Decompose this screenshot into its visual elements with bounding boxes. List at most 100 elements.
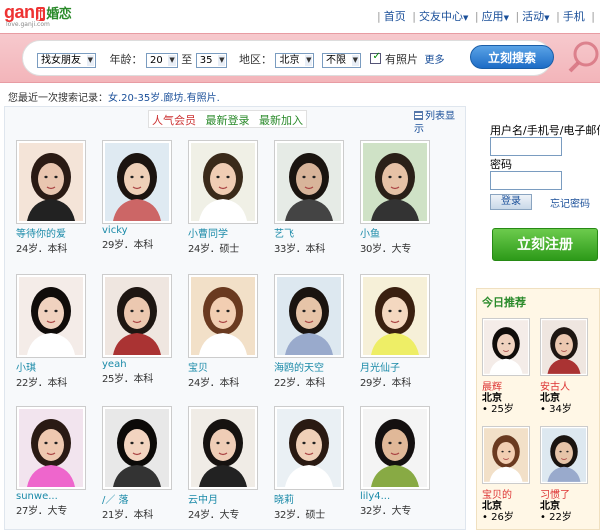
recommend-card[interactable]: 晨辉 北京 • 25岁	[482, 318, 532, 416]
member-info: 24岁．本科	[16, 244, 67, 255]
list-view-toggle[interactable]: 列表显示	[414, 110, 462, 136]
seeking-select[interactable]: 找女朋友	[37, 53, 96, 68]
member-photo[interactable]	[16, 140, 86, 224]
login-button[interactable]: 登录	[490, 194, 532, 210]
member-photo[interactable]	[360, 140, 430, 224]
member-name[interactable]: 晓莉	[274, 491, 346, 506]
member-card[interactable]: yeah 25岁．本科	[102, 274, 174, 385]
recommend-name[interactable]: 安古人	[540, 378, 590, 393]
recommend-age: • 22岁	[540, 512, 572, 523]
district-select[interactable]: 不限	[321, 53, 361, 68]
member-photo[interactable]	[188, 274, 258, 358]
member-name[interactable]: 云中月	[188, 491, 260, 506]
recommend-photo[interactable]	[540, 318, 588, 376]
recommend-name[interactable]: 宝贝的	[482, 486, 532, 501]
member-name[interactable]: /／ 落	[102, 491, 174, 506]
member-card[interactable]: /／ 落 21岁．本科	[102, 406, 174, 521]
member-photo[interactable]	[102, 140, 172, 224]
member-education: 本科	[305, 244, 326, 255]
age-label: 年龄：	[109, 53, 143, 66]
member-education: 大专	[391, 244, 412, 255]
nav-home[interactable]: 首页	[384, 10, 406, 23]
member-photo-image	[19, 143, 83, 221]
age-to-select[interactable]: 35	[195, 53, 228, 68]
member-card[interactable]: 等待你的爱 24岁．本科	[16, 140, 88, 255]
member-name[interactable]: 月光仙子	[360, 359, 432, 374]
member-info: 21岁．本科	[102, 510, 153, 521]
member-age: 22岁	[274, 378, 296, 389]
member-photo[interactable]	[16, 274, 86, 358]
member-photo-image	[105, 409, 169, 487]
member-photo[interactable]	[274, 406, 344, 490]
recommend-name[interactable]: 习惯了	[540, 486, 590, 501]
member-photo[interactable]	[102, 274, 172, 358]
member-photo[interactable]	[274, 274, 344, 358]
member-card[interactable]: 海鸥的天空 22岁．本科	[274, 274, 346, 389]
register-button[interactable]: 立刻注册	[492, 228, 598, 261]
member-name[interactable]: lily4...	[360, 491, 432, 502]
member-photo[interactable]	[188, 406, 258, 490]
more-options-link[interactable]: 更多	[424, 55, 444, 66]
member-photo-image	[542, 320, 586, 374]
member-card[interactable]: 小曹同学 24岁．硕士	[188, 140, 260, 255]
region-label: 地区：	[238, 53, 272, 66]
recommend-card[interactable]: 安古人 北京 • 34岁	[540, 318, 590, 416]
member-photo[interactable]	[360, 406, 430, 490]
member-photo[interactable]	[274, 140, 344, 224]
member-card[interactable]: lily4... 32岁．大专	[360, 406, 432, 517]
member-card[interactable]: sunwe... 27岁．大专	[16, 406, 88, 517]
recommend-card[interactable]: 习惯了 北京 • 22岁	[540, 426, 590, 524]
member-photo[interactable]	[102, 406, 172, 490]
member-info: 33岁．本科	[274, 244, 326, 255]
member-card[interactable]: 晓莉 32岁．硕士	[274, 406, 346, 521]
forgot-password-link[interactable]: 忘记密码	[550, 195, 590, 210]
member-name[interactable]: 等待你的爱	[16, 225, 88, 240]
member-photo[interactable]	[188, 140, 258, 224]
tab-latest-login[interactable]: 最新登录	[206, 114, 250, 127]
member-education: 本科	[391, 378, 412, 389]
member-card[interactable]: 云中月 24岁．大专	[188, 406, 260, 521]
member-card[interactable]: 小琪 22岁．本科	[16, 274, 88, 389]
member-card[interactable]: 月光仙子 29岁．本科	[360, 274, 432, 389]
member-name[interactable]: 小琪	[16, 359, 88, 374]
recommend-card[interactable]: 宝贝的 北京 • 26岁	[482, 426, 532, 524]
username-input[interactable]	[490, 137, 562, 156]
nav-events[interactable]: 活动	[522, 10, 544, 23]
nav-social-center[interactable]: 交友中心	[419, 10, 463, 23]
tab-popular[interactable]: 人气会员	[152, 114, 196, 127]
member-age: 30岁	[360, 244, 382, 255]
photo-checkbox[interactable]: ✓	[370, 51, 382, 64]
nav-apps[interactable]: 应用	[482, 10, 504, 23]
member-card[interactable]: vicky 29岁．本科	[102, 140, 174, 251]
ganji-logo[interactable]: gan ji 婚恋 love.ganji.com	[4, 2, 94, 30]
member-photo-image	[277, 277, 341, 355]
member-name[interactable]: yeah	[102, 359, 174, 370]
recommend-name[interactable]: 晨辉	[482, 378, 532, 393]
member-name[interactable]: 小曹同学	[188, 225, 260, 240]
member-name[interactable]: 海鸥的天空	[274, 359, 346, 374]
member-name[interactable]: sunwe...	[16, 491, 88, 502]
recommend-photo[interactable]	[482, 318, 530, 376]
search-button[interactable]: 立刻搜索	[470, 45, 554, 69]
member-age: 25岁	[102, 374, 124, 385]
member-name[interactable]: 艺飞	[274, 225, 346, 240]
recommend-photo[interactable]	[482, 426, 530, 484]
recommend-photo[interactable]	[540, 426, 588, 484]
tab-newest[interactable]: 最新加入	[259, 114, 303, 127]
member-photo-image	[191, 277, 255, 355]
member-age: 22岁	[16, 378, 38, 389]
recent-search-link[interactable]: 女.20-35岁.廊坊.有照片.	[108, 93, 220, 104]
member-photo[interactable]	[360, 274, 430, 358]
member-name[interactable]: 宝贝	[188, 359, 260, 374]
nav-mobile[interactable]: 手机	[563, 10, 585, 23]
member-name[interactable]: vicky	[102, 225, 174, 236]
member-card[interactable]: 艺飞 33岁．本科	[274, 140, 346, 255]
member-card[interactable]: 小鱼 30岁．大专	[360, 140, 432, 255]
city-select[interactable]: 北京	[275, 53, 315, 68]
member-card[interactable]: 宝贝 24岁．本科	[188, 274, 260, 389]
member-info: 24岁．本科	[188, 378, 239, 389]
member-name[interactable]: 小鱼	[360, 225, 432, 240]
password-input[interactable]	[490, 171, 562, 190]
member-photo[interactable]	[16, 406, 86, 490]
age-from-select[interactable]: 20	[146, 53, 178, 68]
